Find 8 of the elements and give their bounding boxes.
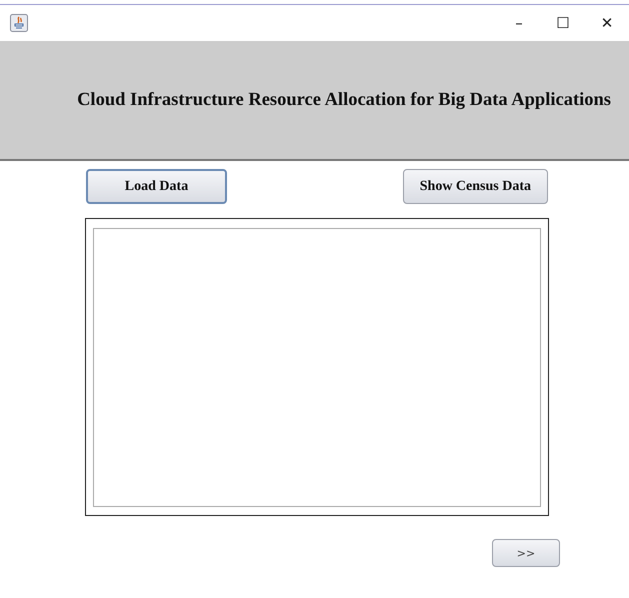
minimize-button[interactable]: – (497, 8, 541, 38)
close-button[interactable]: ✕ (585, 8, 629, 38)
show-census-data-button[interactable]: Show Census Data (402, 169, 548, 204)
coffee-cup-icon (10, 14, 28, 32)
next-button[interactable]: >> (492, 539, 560, 567)
maximize-button[interactable]: ☐ (541, 8, 585, 38)
app-title: Cloud Infrastructure Resource Allocation for Big Data Applications (77, 90, 611, 110)
load-data-button[interactable]: Load Data (86, 169, 227, 204)
